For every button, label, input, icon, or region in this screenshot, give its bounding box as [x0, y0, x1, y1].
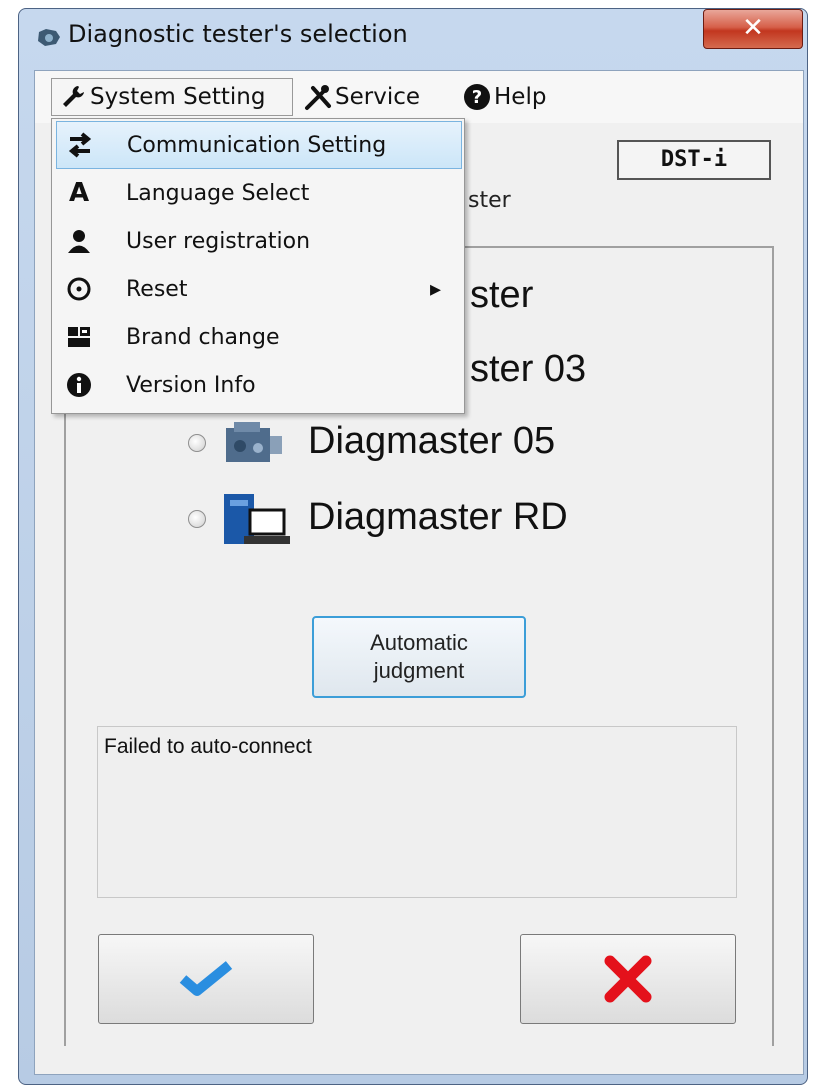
red-x-icon: [604, 955, 652, 1003]
user-registration-label: User registration: [126, 228, 311, 254]
tools-icon: [303, 82, 333, 112]
automatic-judgment-button[interactable]: Automatic judgment: [312, 616, 526, 698]
close-button[interactable]: ✕: [703, 9, 803, 49]
menu-service[interactable]: Service: [303, 78, 420, 116]
communication-setting-label: Communication Setting: [127, 132, 387, 158]
ok-button[interactable]: [98, 934, 314, 1024]
automatic-judgment-line2: judgment: [373, 658, 465, 683]
version-info-label: Version Info: [126, 372, 256, 398]
checkmark-icon: [179, 961, 233, 996]
user-icon: [64, 226, 94, 256]
submenu-arrow-icon: ▸: [430, 276, 442, 302]
radio-diagmaster-05[interactable]: [188, 434, 206, 452]
menu-system-setting-label: System Setting: [90, 84, 266, 110]
engine-icon: [226, 422, 282, 462]
svg-text:?: ?: [472, 87, 482, 108]
system-setting-dropdown: Communication Setting A Language Select …: [51, 118, 465, 414]
menu-system-setting[interactable]: System Setting: [51, 78, 293, 116]
tester-label-diagmaster-rd[interactable]: Diagmaster RD: [308, 496, 568, 539]
reset-icon: [64, 274, 94, 304]
menu-item-language-select[interactable]: A Language Select: [52, 169, 464, 217]
menu-item-brand-change[interactable]: Brand change: [52, 313, 464, 361]
wrench-icon: [58, 82, 88, 112]
automatic-judgment-line1: Automatic: [370, 630, 468, 655]
computer-icon: [224, 494, 290, 544]
reset-label: Reset: [126, 276, 188, 302]
window-title: Diagnostic tester's selection: [68, 20, 408, 48]
menu-item-reset[interactable]: Reset ▸: [52, 265, 464, 313]
menu-help-label: Help: [494, 84, 547, 110]
tester-label-diagmaster: ster: [470, 274, 534, 316]
question-icon: ?: [462, 82, 492, 112]
tester-label-diagmaster-03: ster 03: [470, 348, 587, 390]
menu-help[interactable]: ? Help: [462, 78, 546, 116]
letter-a-icon: A: [68, 178, 90, 208]
cancel-button[interactable]: [520, 934, 736, 1024]
status-message-box: Failed to auto-connect: [97, 726, 737, 898]
status-message: Failed to auto-connect: [104, 735, 312, 758]
menu-item-user-registration[interactable]: User registration: [52, 217, 464, 265]
brand-icon: [64, 322, 94, 352]
radio-diagmaster-rd[interactable]: [188, 510, 206, 528]
app-icon: [38, 29, 60, 46]
info-icon: [64, 370, 94, 400]
menu-item-version-info[interactable]: Version Info: [52, 361, 464, 409]
menu-service-label: Service: [335, 84, 421, 110]
arrows-exchange-icon: [65, 130, 95, 160]
language-select-label: Language Select: [126, 180, 310, 206]
tester-label-diagmaster-05[interactable]: Diagmaster 05: [308, 420, 555, 463]
menu-item-communication-setting[interactable]: Communication Setting: [56, 121, 462, 169]
device-badge: DST-i: [617, 140, 771, 180]
brand-change-label: Brand change: [126, 324, 280, 350]
tester-subtitle: ster: [468, 188, 511, 213]
